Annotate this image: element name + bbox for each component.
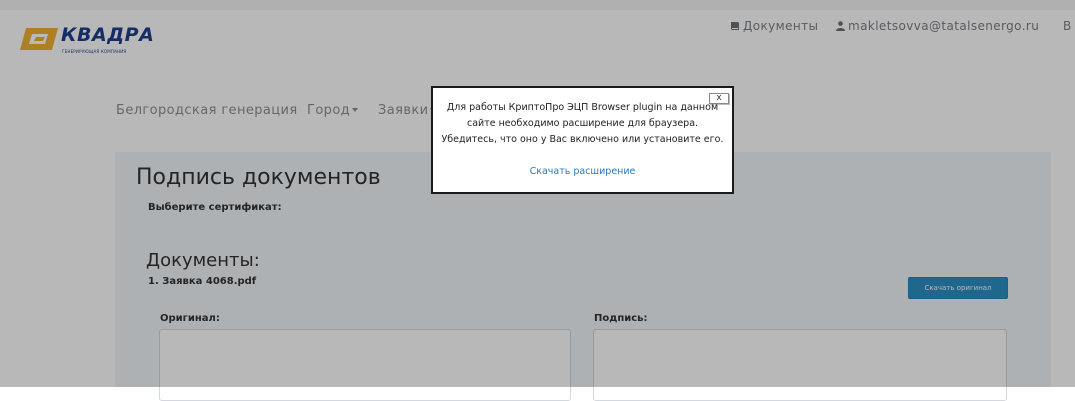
dialog-message: Для работы КриптоПро ЭЦП Browser plugin … <box>441 102 724 145</box>
plugin-extension-dialog: x Для работы КриптоПро ЭЦП Browser plugi… <box>431 86 734 194</box>
download-extension-link[interactable]: Скачать расширение <box>433 166 732 177</box>
